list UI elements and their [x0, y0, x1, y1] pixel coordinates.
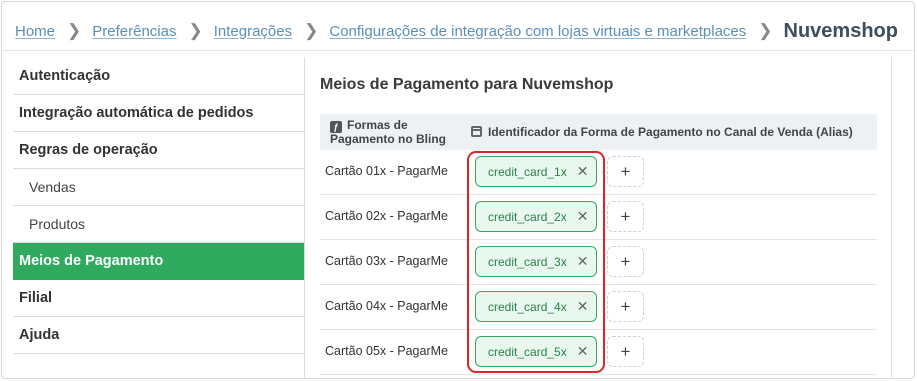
alias-tag-text: credit_card_5x — [488, 344, 567, 359]
payment-method-label: Cartão 01x - PagarMe — [325, 164, 448, 178]
header-divider — [3, 50, 914, 51]
breadcrumb-home[interactable]: Home — [15, 23, 55, 40]
add-alias-button[interactable]: + — [607, 291, 644, 322]
payment-method-label: Cartão 04x - PagarMe — [325, 299, 448, 313]
remove-icon[interactable]: ✕ — [577, 208, 589, 225]
breadcrumb-preferencias[interactable]: Preferências — [92, 23, 176, 40]
add-alias-button[interactable]: + — [607, 201, 644, 232]
alias-tag: credit_card_2x ✕ — [475, 201, 597, 232]
breadcrumb-integracoes[interactable]: Integrações — [214, 23, 292, 40]
column-header-formas-label: Formas de Pagamento no Bling — [330, 118, 447, 146]
alias-tag-text: credit_card_2x — [488, 209, 567, 224]
alias-tag-text: credit_card_4x — [488, 299, 567, 314]
alias-tag-text: credit_card_1x — [488, 164, 567, 179]
table-row: Cartão 03x - PagarMe credit_card_3x ✕ + — [320, 240, 877, 285]
table-row: Cartão 04x - PagarMe credit_card_4x ✕ + — [320, 285, 877, 330]
alias-tag: credit_card_4x ✕ — [475, 291, 597, 322]
table-row: Cartão 01x - PagarMe credit_card_1x ✕ + — [320, 150, 877, 195]
remove-icon[interactable]: ✕ — [577, 298, 589, 315]
payment-method-label: Cartão 03x - PagarMe — [325, 254, 448, 268]
column-header-alias: Identificador da Forma de Pagamento no C… — [471, 125, 853, 139]
remove-icon[interactable]: ✕ — [577, 253, 589, 270]
chevron-right-icon: ❯ — [758, 21, 773, 40]
page-title: Nuvemshop — [783, 19, 898, 42]
add-alias-button[interactable]: + — [607, 246, 644, 277]
table-row: Cartão 02x - PagarMe credit_card_2x ✕ + — [320, 195, 877, 240]
remove-icon[interactable]: ✕ — [577, 163, 589, 180]
sidebar-item-vendas[interactable]: Vendas — [13, 169, 304, 206]
sidebar-item-meios-de-pagamento[interactable]: Meios de Pagamento — [13, 243, 304, 280]
alias-tag: credit_card_1x ✕ — [475, 156, 597, 187]
remove-icon[interactable]: ✕ — [577, 343, 589, 360]
store-icon — [471, 126, 482, 137]
payment-method-label: Cartão 02x - PagarMe — [325, 209, 448, 223]
sidebar-item-autenticacao[interactable]: Autenticação — [13, 58, 304, 95]
add-alias-button[interactable]: + — [607, 336, 644, 367]
sidebar-divider — [304, 57, 305, 379]
sidebar-item-produtos[interactable]: Produtos — [13, 206, 304, 243]
payment-method-label: Cartão 05x - PagarMe — [325, 344, 448, 358]
column-header-alias-label: Identificador da Forma de Pagamento no C… — [488, 125, 853, 139]
sidebar-item-regras-de-operacao[interactable]: Regras de operação — [13, 132, 304, 169]
chevron-right-icon: ❯ — [67, 21, 82, 40]
alias-tag: credit_card_3x ✕ — [475, 246, 597, 277]
breadcrumb: Home ❯ Preferências ❯ Integrações ❯ Conf… — [15, 16, 898, 46]
alias-tag-text: credit_card_3x — [488, 254, 567, 269]
alias-tag: credit_card_5x ✕ — [475, 336, 597, 367]
column-header-formas: ƒ Formas de Pagamento no Bling — [330, 119, 460, 146]
section-title: Meios de Pagamento para Nuvemshop — [320, 76, 614, 93]
payment-methods-table: Cartão 01x - PagarMe credit_card_1x ✕ + … — [320, 150, 877, 375]
add-alias-button[interactable]: + — [607, 156, 644, 187]
chevron-right-icon: ❯ — [304, 21, 319, 40]
table-row: Cartão 05x - PagarMe credit_card_5x ✕ + — [320, 330, 877, 375]
sidebar-item-filial[interactable]: Filial — [13, 280, 304, 317]
sidebar: Autenticação Integração automática de pe… — [13, 58, 304, 354]
sidebar-item-integracao-automatica[interactable]: Integração automática de pedidos — [13, 95, 304, 132]
content-right-border — [891, 57, 892, 379]
chevron-right-icon: ❯ — [188, 21, 203, 40]
breadcrumb-configuracoes[interactable]: Configurações de integração com lojas vi… — [329, 23, 746, 40]
table-header: ƒ Formas de Pagamento no Bling Identifica… — [320, 114, 877, 150]
sidebar-item-ajuda[interactable]: Ajuda — [13, 317, 304, 354]
